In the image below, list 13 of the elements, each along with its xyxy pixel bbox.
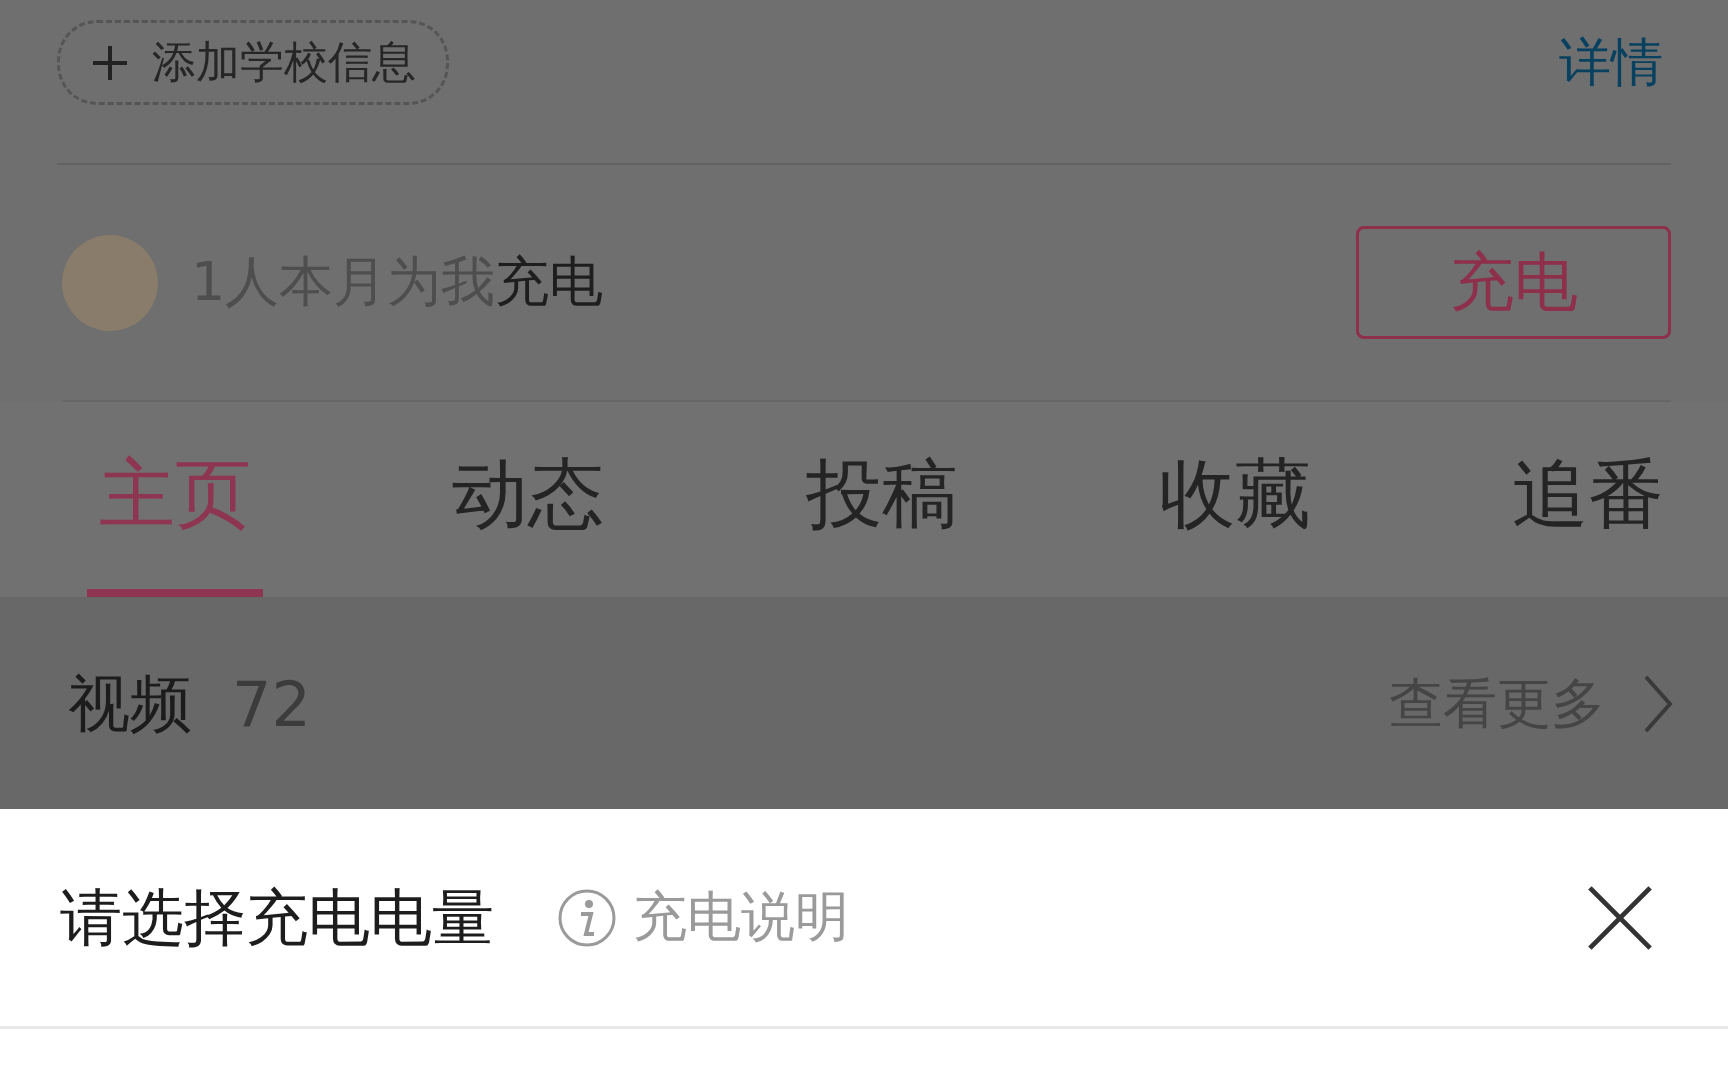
tab[interactable]: 投稿: [793, 402, 970, 597]
add-school-button[interactable]: 添加学校信息: [57, 20, 449, 105]
charge-help-link[interactable]: 充电说明: [557, 881, 1586, 954]
close-icon[interactable]: [1586, 883, 1654, 952]
details-link[interactable]: 详情: [1559, 27, 1663, 98]
info-icon: [557, 887, 617, 948]
sheet-title: 请选择充电电量: [60, 879, 494, 956]
tab[interactable]: 动态: [440, 402, 617, 597]
tab[interactable]: 追番: [1500, 402, 1676, 597]
charge-button[interactable]: 充电: [1356, 226, 1671, 339]
tab[interactable]: 收藏: [1146, 402, 1323, 597]
section-title: 视频: [68, 666, 192, 742]
chevron-right-icon: [1643, 674, 1673, 734]
